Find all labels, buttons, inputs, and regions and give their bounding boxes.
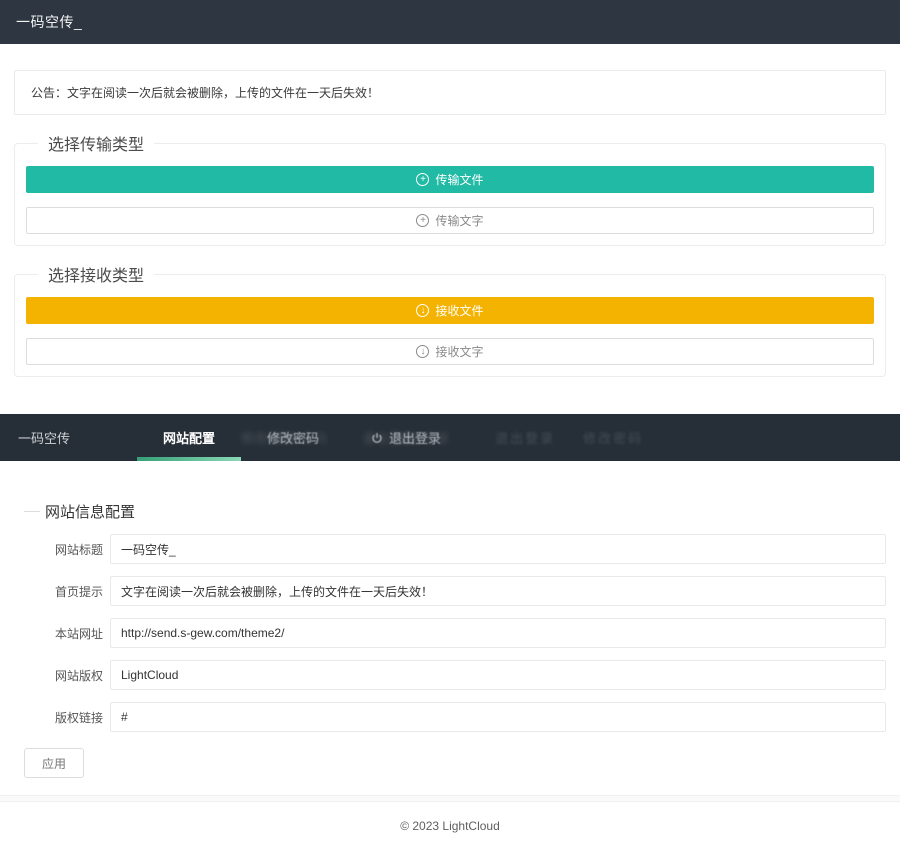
footer-divider: [0, 795, 900, 802]
config-form-title-text: 网站信息配置: [45, 501, 135, 522]
home-hint-input[interactable]: [110, 576, 886, 606]
ghost-text: 退出登录: [495, 414, 555, 461]
copyright-label: 网站版权: [55, 667, 110, 684]
receive-text-button[interactable]: ↓ 接收文字: [26, 338, 874, 365]
ghost-text: 修改密码: [583, 414, 643, 461]
announcement-text: 公告：文字在阅读一次后就会被删除，上传的文件在一天后失效！: [31, 86, 379, 100]
config-form-title: 网站信息配置: [24, 501, 886, 522]
form-row-site-url: 本站网址: [24, 618, 886, 648]
transfer-section-title: 选择传输类型: [38, 131, 154, 155]
form-row-site-title: 网站标题: [24, 534, 886, 564]
transfer-file-button[interactable]: + 传输文件: [26, 166, 874, 193]
transfer-type-section: 选择传输类型 + 传输文件 + 传输文字: [14, 131, 886, 246]
site-title-input[interactable]: [110, 534, 886, 564]
announcement-box: 公告：文字在阅读一次后就会被删除，上传的文件在一天后失效！: [14, 70, 886, 115]
receive-type-section: 选择接收类型 ↓ 接收文件 ↓ 接收文字: [14, 262, 886, 377]
transfer-file-label: 传输文件: [435, 171, 483, 188]
form-row-copyright: 网站版权: [24, 660, 886, 690]
tab-logout[interactable]: 退出登录: [345, 414, 467, 461]
footer-copyright: © 2023 LightCloud: [0, 819, 900, 833]
site-url-input[interactable]: [110, 618, 886, 648]
tab-site-config[interactable]: 网站配置: [137, 414, 241, 461]
site-title-label: 网站标题: [55, 541, 110, 558]
admin-content: 网站信息配置 网站标题 首页提示 本站网址 网站版权 版权链接 应用: [0, 461, 900, 778]
admin-navbar: 一码空传 网站配置 修改密码 退出登录 退出登录 修改密码: [0, 414, 900, 461]
form-row-copyright-link: 版权链接: [24, 702, 886, 732]
tab-site-config-label: 网站配置: [163, 428, 215, 447]
circle-plus-icon: +: [416, 173, 429, 186]
site-url-label: 本站网址: [55, 625, 110, 642]
receive-section-title: 选择接收类型: [38, 262, 154, 286]
copyright-link-input[interactable]: [110, 702, 886, 732]
tab-change-password[interactable]: 修改密码: [241, 414, 345, 461]
apply-button[interactable]: 应用: [24, 748, 84, 778]
tab-change-password-label: 修改密码: [267, 428, 319, 447]
copyright-link-label: 版权链接: [55, 709, 110, 726]
form-row-home-hint: 首页提示: [24, 576, 886, 606]
site-brand[interactable]: 一码空传_: [16, 12, 82, 32]
circle-down-icon: ↓: [416, 345, 429, 358]
home-hint-label: 首页提示: [55, 583, 110, 600]
copyright-input[interactable]: [110, 660, 886, 690]
receive-file-button[interactable]: ↓ 接收文件: [26, 297, 874, 324]
circle-down-icon: ↓: [416, 304, 429, 317]
transfer-text-label: 传输文字: [435, 212, 483, 229]
circle-plus-icon: +: [416, 214, 429, 227]
admin-brand[interactable]: 一码空传: [0, 414, 88, 461]
transfer-text-button[interactable]: + 传输文字: [26, 207, 874, 234]
tab-logout-label: 退出登录: [389, 428, 441, 447]
receive-text-label: 接收文字: [435, 343, 483, 360]
receive-file-label: 接收文件: [435, 302, 483, 319]
power-icon: [371, 432, 383, 444]
public-navbar: 一码空传_: [0, 0, 900, 44]
